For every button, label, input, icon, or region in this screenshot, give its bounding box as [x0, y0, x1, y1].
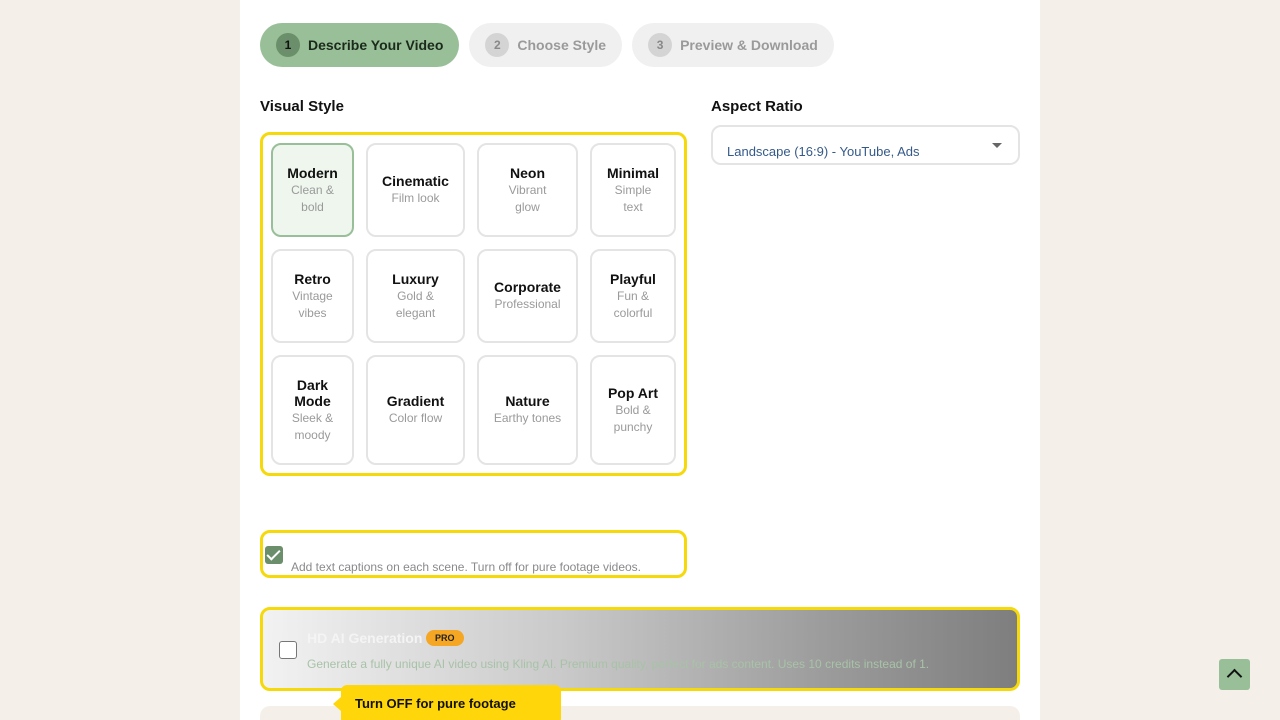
- style-card-title: Nature: [505, 393, 550, 409]
- style-card-subtitle: Clean & bold: [291, 182, 334, 214]
- style-card-retro[interactable]: Retro Vintage vibes: [271, 249, 354, 343]
- style-card-title: Dark Mode: [294, 376, 331, 409]
- aspect-ratio-select[interactable]: Landscape (16:9) - YouTube, Ads: [711, 125, 1020, 165]
- style-card-subtitle: Fun & colorful: [613, 288, 653, 320]
- aspect-ratio-value: Landscape (16:9) - YouTube, Ads: [727, 144, 920, 159]
- style-card-title: Pop Art: [607, 384, 659, 401]
- pro-badge: PRO: [426, 630, 464, 646]
- stepper: 1 Describe Your Video 2 Choose Style 3 P…: [260, 23, 834, 67]
- visual-style-label: Visual Style: [260, 98, 344, 115]
- style-card-subtitle: Vibrant glow: [508, 182, 547, 214]
- style-card-title: Retro: [294, 270, 331, 287]
- style-card-title: Luxury: [392, 270, 439, 287]
- style-card-title: Playful: [610, 270, 656, 287]
- style-card-dark-mode[interactable]: Dark Mode Sleek & moody: [271, 355, 354, 465]
- style-card-title: Cinematic: [382, 173, 449, 189]
- step-describe-video[interactable]: 1 Describe Your Video: [260, 23, 460, 67]
- style-card-nature[interactable]: Nature Earthy tones: [477, 355, 578, 465]
- style-card-luxury[interactable]: Luxury Gold & elegant: [366, 249, 465, 343]
- style-card-subtitle: Vintage vibes: [292, 288, 333, 320]
- step-label: Choose Style: [517, 37, 607, 53]
- style-card-pop-art[interactable]: Pop Art Bold & punchy: [590, 355, 676, 465]
- step-label: Preview & Download: [680, 37, 818, 53]
- style-card-title: Corporate: [494, 279, 561, 295]
- style-card-subtitle: Film look: [391, 191, 440, 205]
- captions-tooltip: Turn OFF for pure footage: [333, 685, 561, 720]
- style-card-title: Gradient: [386, 393, 445, 409]
- style-card-title: Minimal: [606, 164, 660, 181]
- style-card-subtitle: Professional: [494, 297, 561, 311]
- chevron-up-icon[interactable]: [1219, 659, 1250, 690]
- style-card-gradient[interactable]: Gradient Color flow: [366, 355, 465, 465]
- visual-style-grid: Modern Clean & bold Cinematic Film look …: [260, 132, 687, 476]
- style-card-corporate[interactable]: Corporate Professional: [477, 249, 578, 343]
- style-card-subtitle: Simple text: [614, 182, 652, 214]
- style-card-neon[interactable]: Neon Vibrant glow: [477, 143, 578, 237]
- chevron-down-icon: [992, 143, 1002, 148]
- hd-ai-generation-option: HD AI Generation PRO Generate a fully un…: [260, 607, 1020, 691]
- style-card-subtitle: Color flow: [388, 411, 443, 425]
- aspect-ratio-label: Aspect Ratio: [711, 98, 803, 115]
- style-card-modern[interactable]: Modern Clean & bold: [271, 143, 354, 237]
- style-card-subtitle: Sleek & moody: [291, 410, 334, 442]
- captions-description: Add text captions on each scene. Turn of…: [291, 560, 642, 574]
- hd-ai-generation-description: Generate a fully unique AI video using K…: [307, 657, 930, 671]
- style-card-title: Modern: [287, 164, 338, 181]
- captions-checkbox[interactable]: [265, 546, 283, 564]
- step-preview-download[interactable]: 3 Preview & Download: [632, 23, 834, 67]
- main-panel: 1 Describe Your Video 2 Choose Style 3 P…: [240, 0, 1040, 720]
- step-number: 1: [276, 33, 300, 57]
- captions-option: Add text captions on each scene. Turn of…: [260, 530, 687, 578]
- style-card-cinematic[interactable]: Cinematic Film look: [366, 143, 465, 237]
- style-card-subtitle: Bold & punchy: [613, 402, 653, 434]
- step-choose-style[interactable]: 2 Choose Style: [469, 23, 623, 67]
- step-number: 2: [485, 33, 510, 57]
- style-card-playful[interactable]: Playful Fun & colorful: [590, 249, 676, 343]
- style-card-minimal[interactable]: Minimal Simple text: [590, 143, 676, 237]
- style-card-subtitle: Gold & elegant: [395, 288, 436, 320]
- step-label: Describe Your Video: [308, 37, 444, 53]
- hd-ai-generation-title: HD AI Generation: [307, 630, 423, 646]
- style-card-title: Neon: [510, 164, 545, 181]
- step-number: 3: [648, 33, 673, 57]
- hd-ai-generation-checkbox[interactable]: [279, 641, 297, 659]
- style-card-subtitle: Earthy tones: [493, 411, 562, 425]
